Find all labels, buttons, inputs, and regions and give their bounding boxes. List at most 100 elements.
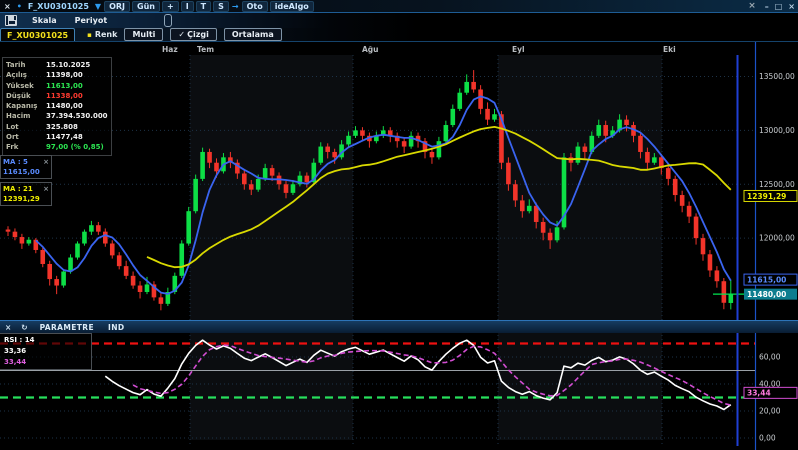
indicator-button[interactable]: I [181, 1, 194, 12]
multi-button[interactable]: Multi [124, 28, 163, 41]
candle-body [527, 206, 532, 211]
candle-body [520, 200, 525, 211]
candle-body [47, 264, 52, 279]
candle-body [54, 279, 59, 285]
symbol-label[interactable]: F_XU0301025 [24, 2, 93, 11]
rsi-signal-value: 33,44 [4, 357, 87, 368]
ma5-close-icon[interactable]: × [43, 157, 49, 167]
candle-body [207, 152, 212, 163]
candle-body [513, 184, 518, 200]
tab-bar: F_XU0301025 ▪ Renk Multi ✓ Çizgi Ortalam… [0, 28, 798, 42]
candle-body [13, 232, 18, 237]
candle-body [346, 136, 351, 145]
bullet-icon: • [15, 2, 24, 11]
candle-body [138, 286, 143, 292]
top-toolbar: × • F_XU0301025 ▼ ORJ Gün + I T S → Oto … [0, 0, 798, 13]
ma21-label: MA : 21 [3, 184, 33, 194]
candle-body [471, 82, 476, 90]
periyot-menu[interactable]: Periyot [66, 16, 117, 25]
window-close-icon[interactable]: × [785, 2, 798, 11]
idealgo-button[interactable]: ideAlgo [270, 1, 314, 12]
color-square-icon: ▪ [87, 31, 92, 39]
ma5-chip: MA : 5 × 11615,00 [0, 155, 52, 179]
chart-region: 13500,0013000,0012500,0012000,00HazTemAğ… [0, 42, 798, 450]
orj-button[interactable]: ORJ [104, 1, 130, 12]
tab-symbol-active[interactable]: F_XU0301025 [0, 28, 75, 41]
candle-body [729, 294, 734, 303]
ma21-close-icon[interactable]: × [43, 184, 49, 194]
candle-body [576, 147, 581, 163]
candle-body [270, 168, 275, 176]
renk-toggle[interactable]: ▪ Renk [87, 28, 117, 41]
candle-body [402, 141, 407, 146]
check-icon: ✓ [178, 30, 185, 39]
month-label: Eyl [512, 45, 525, 54]
candle-body [6, 230, 11, 232]
candle-body [249, 184, 254, 189]
indicator-close-icon[interactable]: × [0, 323, 16, 332]
candle-body [701, 238, 706, 254]
candle-body [694, 217, 699, 239]
candle-body [485, 109, 490, 120]
candle-body [451, 109, 456, 125]
candle-body [179, 244, 184, 276]
plus-button[interactable]: + [162, 1, 179, 12]
candle-body [548, 233, 553, 241]
candle-body [242, 173, 247, 184]
month-label: Ağu [362, 45, 379, 54]
candle-body [263, 168, 268, 179]
month-band [190, 55, 353, 440]
month-label: Eki [663, 45, 676, 54]
rsi-value: 33,36 [4, 346, 87, 357]
candle-body [506, 163, 511, 185]
minimize-icon[interactable]: – [762, 2, 772, 11]
quote-row: Yüksek11613,00 [6, 81, 108, 91]
quote-info-panel: Tarih15.10.2025Açılış11398,00Yüksek11613… [2, 57, 112, 156]
ind-menu[interactable]: IND [101, 323, 132, 332]
save-icon[interactable] [5, 15, 17, 26]
rsi-name: RSI : 14 [4, 335, 87, 346]
rsi-badge-label: 33,44 [747, 389, 771, 398]
price-tick-label: 13000,00 [759, 126, 795, 135]
candle-body [291, 184, 296, 193]
trend-button[interactable]: T [196, 1, 211, 12]
quote-row: Düşük11338,00 [6, 91, 108, 101]
candle-body [124, 266, 129, 276]
second-toolbar: Skala Periyot [0, 13, 798, 28]
candle-body [555, 227, 560, 240]
candle-body [131, 276, 136, 286]
quote-row: Ort11477,48 [6, 132, 108, 142]
quote-row: Kapanış11480,00 [6, 101, 108, 111]
candle-body [96, 225, 101, 231]
close-icon[interactable]: × [0, 2, 15, 11]
quote-row: Açılış11398,00 [6, 70, 108, 80]
candle-body [680, 195, 685, 206]
ortalama-button[interactable]: Ortalama [224, 28, 282, 41]
skala-menu[interactable]: Skala [23, 16, 66, 25]
candle-body [603, 125, 608, 136]
cizgi-label: Çizgi [187, 30, 209, 39]
price-tick-label: 12500,00 [759, 180, 795, 189]
price-tick-label: 12000,00 [759, 234, 795, 243]
arrow-right-icon[interactable]: → [230, 2, 241, 11]
strategy-button[interactable]: S [213, 1, 229, 12]
price-badge-last-label: 11480,00 [747, 290, 786, 299]
panel-close-icon[interactable]: × [742, 1, 762, 11]
price-and-rsi-chart[interactable]: 13500,0013000,0012500,0012000,00HazTemAğ… [0, 42, 798, 450]
candle-body [722, 281, 727, 303]
candle-body [193, 179, 198, 211]
arrow-down-icon[interactable]: ▼ [93, 2, 103, 11]
toolbar-handle[interactable] [164, 14, 172, 27]
candle-body [200, 152, 205, 179]
candle-body [492, 114, 497, 119]
candle-body [444, 125, 449, 141]
candle-body [214, 163, 219, 172]
cizgi-button[interactable]: ✓ Çizgi [170, 28, 216, 41]
oto-button[interactable]: Oto [242, 1, 268, 12]
maximize-icon[interactable]: □ [772, 2, 786, 11]
candle-body [82, 232, 87, 244]
refresh-icon[interactable]: ↻ [16, 323, 32, 332]
parametre-menu[interactable]: PARAMETRE [33, 323, 101, 332]
period-gun-button[interactable]: Gün [132, 1, 160, 12]
candle-body [89, 225, 94, 231]
